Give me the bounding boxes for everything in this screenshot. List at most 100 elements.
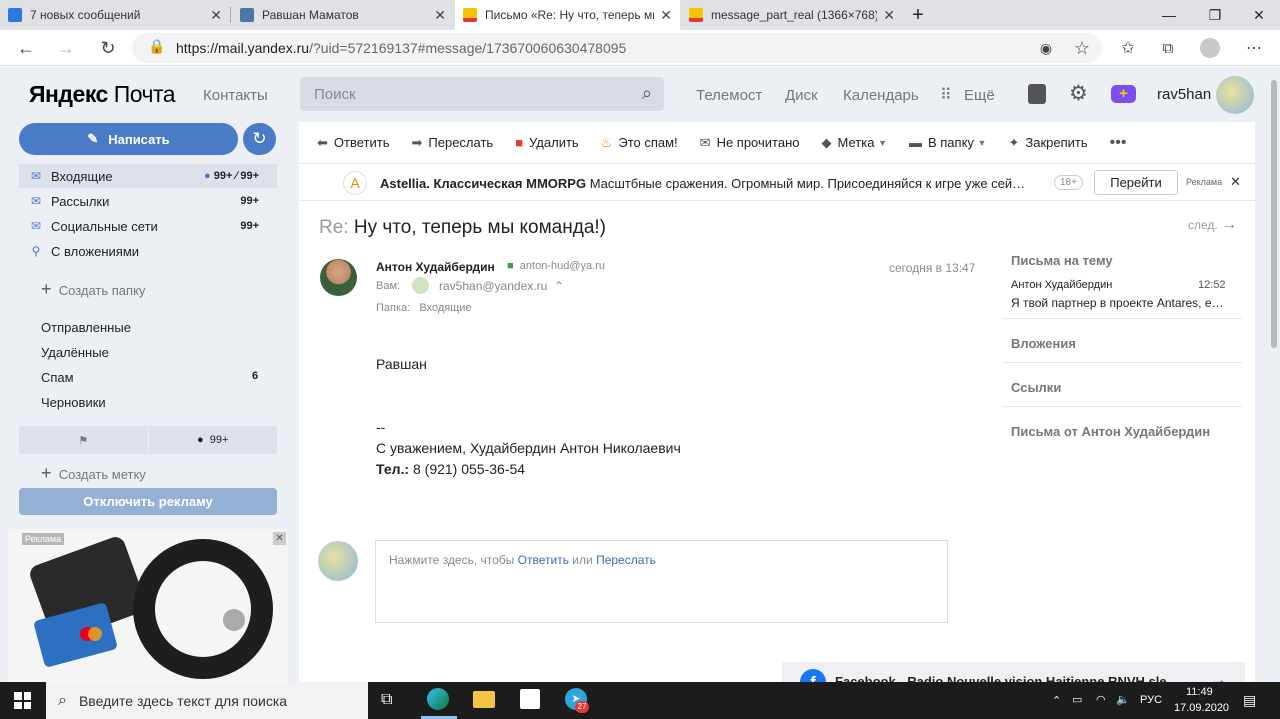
tracking-icon[interactable]: ◉ [1032,35,1060,61]
pin-icon: ✦ [1008,134,1020,150]
maximize-button[interactable]: ❐ [1192,0,1238,30]
ad-go-button[interactable]: Перейти [1094,170,1178,195]
quick-reply-link[interactable]: Ответить [518,553,569,567]
close-window-button[interactable]: ✕ [1236,0,1280,30]
sender-name[interactable]: Антон Худайбердин [376,260,495,274]
clock-time[interactable]: 11:49 [1186,686,1213,698]
quick-forward-link[interactable]: Переслать [596,553,656,567]
close-tab-icon[interactable]: ✕ [210,7,222,24]
yandex-mail-logo[interactable]: Яндекс Почта [29,81,176,108]
recipient-email[interactable]: rav5han@yandex.ru ⌃ [439,279,564,293]
forward-button[interactable]: → [52,35,80,61]
store-icon[interactable] [520,689,540,709]
pin-button[interactable]: ✦ Закрепить [1008,135,1087,151]
more-menu-icon[interactable]: ⋯ [1240,35,1268,61]
search-icon[interactable]: ⌕ [642,83,652,104]
reload-button[interactable]: ↻ [94,35,122,61]
create-label-link[interactable]: + Создать метку [41,463,146,484]
folder-deleted[interactable]: Удалённые [41,345,109,360]
user-avatar[interactable] [1216,76,1254,114]
scrollbar-thumb[interactable] [1271,80,1277,348]
sender-avatar[interactable] [320,259,357,296]
delete-button[interactable]: ■ Удалить [515,135,579,150]
close-tab-icon[interactable]: ✕ [883,7,895,24]
lock-icon[interactable]: 🔒 [148,38,165,55]
sender-letters-link[interactable]: Письма от Антон Худайбердин [1011,424,1210,439]
sender-email[interactable]: ■ anton-hud@ya.ru [507,260,605,272]
task-view-icon[interactable]: ⧉ [381,691,392,709]
language-indicator[interactable]: РУС [1140,694,1162,706]
mark-unread-button[interactable]: ✉ Не прочитано [700,135,800,151]
compose-button[interactable]: ✎ Написать [19,123,238,155]
notifications-icon[interactable]: ▤ [1243,692,1256,709]
thread-heading[interactable]: Письма на тему [1011,253,1113,268]
new-tab-button[interactable]: + [903,0,933,30]
favorite-star-icon[interactable]: ☆ [1068,35,1096,61]
settings-gear-icon[interactable]: ⚙ [1069,81,1088,106]
folder-newsletters[interactable]: ✉ Рассылки 99+ [19,189,277,213]
url-text[interactable]: https://mail.yandex.ru/?uid=572169137#me… [176,40,626,56]
ad-banner[interactable]: A Astellia. Классическая MMORPG Масштбны… [299,165,1255,201]
apps-grid-icon[interactable]: ⠿ [940,85,952,105]
volume-icon[interactable]: 🔈 [1116,693,1130,706]
browser-tab[interactable]: message_part_real (1366×768) ✕ [681,0,903,30]
close-tab-icon[interactable]: ✕ [434,7,446,24]
thread-item[interactable]: Антон Худайбердин 12:52 Я твой партнер в… [1002,275,1242,319]
contacts-link[interactable]: Контакты [203,87,268,104]
theme-icon[interactable] [1028,84,1046,104]
move-to-folder-button[interactable]: ▬ В папку ▼ [909,135,986,150]
folder-inbox[interactable]: ✉ Входящие ● 99+ ⁄ 99+ [19,164,277,188]
favorites-list-icon[interactable]: ✩ [1114,35,1142,61]
folder-attachments[interactable]: ⚲ С вложениями [19,239,277,263]
disk-link[interactable]: Диск [785,87,818,104]
reply-button[interactable]: ⬅ Ответить [317,135,389,151]
windows-start-icon[interactable] [14,692,31,709]
battery-icon[interactable]: ▭ [1072,693,1082,706]
folder-sent[interactable]: Отправленные [41,320,131,335]
edge-taskbar-icon[interactable] [427,688,449,710]
search-input[interactable]: Поиск ⌕ [300,77,664,111]
clock-date[interactable]: 17.09.2020 [1174,702,1229,714]
disable-ads-button[interactable]: Отключить рекламу [19,488,277,515]
close-ad-icon[interactable]: ✕ [1230,174,1241,190]
spam-button[interactable]: ♨ Это спам! [601,135,678,151]
browser-tab[interactable]: 7 новых сообщений ✕ [0,0,230,30]
sidebar-ad-image[interactable]: Реклама ✕ [8,529,288,682]
create-folder-link[interactable]: + Создать папку [41,279,145,300]
back-button[interactable]: ← [12,35,40,61]
wifi-icon[interactable]: ◠ [1096,693,1106,706]
quick-reply-box[interactable]: Нажмите здесь, чтобы Ответить или Пересл… [375,540,948,623]
username[interactable]: rav5han [1157,86,1211,103]
flag-label-button[interactable]: ⚑ [19,426,149,454]
browser-tab[interactable]: Равшан Маматов ✕ [232,0,454,30]
label-button[interactable]: ◆ Метка ▼ [822,135,887,151]
plus-subscription-icon[interactable]: + [1111,85,1136,103]
unread-label-button[interactable]: ● 99+ [149,426,278,454]
forward-button[interactable]: ➡ Переслать [411,135,493,151]
chevron-up-icon[interactable]: ⌃ [554,279,564,293]
refresh-button[interactable]: ↻ [243,123,276,155]
arrow-right-icon[interactable]: → [1210,670,1227,682]
close-tab-icon[interactable]: ✕ [660,7,672,24]
more-actions-icon[interactable]: ••• [1110,134,1127,152]
profile-avatar[interactable] [1200,38,1220,58]
browser-tab-active[interactable]: Письмо «Re: Ну что, теперь мы ✕ [455,0,680,30]
folder-drafts[interactable]: Черновики [41,395,106,410]
file-explorer-icon[interactable] [473,691,495,708]
tray-chevron-icon[interactable]: ⌃ [1052,694,1061,707]
folder-social[interactable]: ✉ Социальные сети 99+ [19,214,277,238]
next-message-link[interactable]: след. → [1188,216,1237,234]
close-ad-icon[interactable]: ✕ [273,532,286,545]
minimize-button[interactable]: — [1146,0,1192,30]
calendar-link[interactable]: Календарь [843,87,919,104]
folder-spam[interactable]: Спам [41,370,74,385]
more-services-link[interactable]: Ещё [964,87,995,104]
links-section[interactable]: Ссылки [1002,364,1242,407]
attachments-section[interactable]: Вложения [1002,320,1242,363]
search-placeholder: Поиск [314,86,356,103]
folder-link[interactable]: Входящие [419,302,471,314]
taskbar-search-input[interactable]: ⌕ Введите здесь текст для поиска [46,682,368,719]
telemost-link[interactable]: Телемост [696,87,762,104]
social-notification[interactable]: f Facebook - Radio Nouvelle vision Haiti… [782,662,1245,682]
collections-icon[interactable]: ⧉ [1154,35,1182,61]
